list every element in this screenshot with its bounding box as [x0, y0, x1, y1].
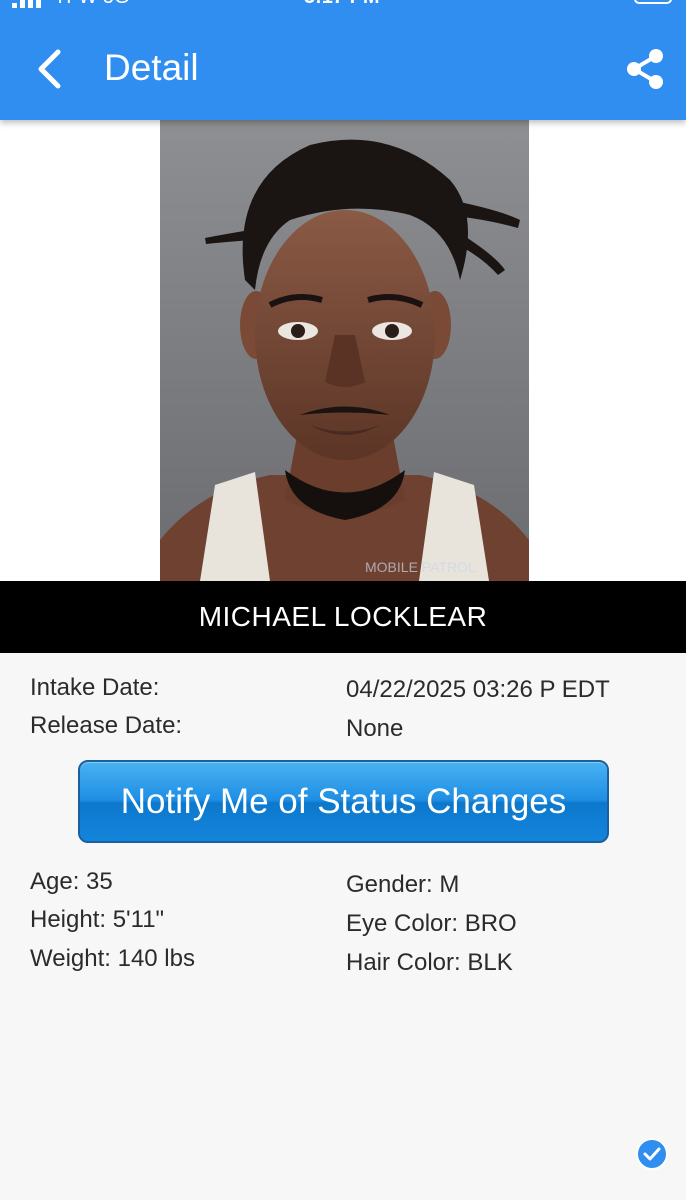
- page-title: Detail: [104, 47, 199, 88]
- gender-value: Gender: M: [346, 871, 460, 898]
- status-time: 3:17 PM: [304, 0, 380, 9]
- release-date-value: None: [346, 715, 404, 742]
- share-icon: [627, 49, 663, 89]
- photo-area: MOBILE PATROL: [0, 120, 686, 581]
- status-bar: TFW 5G 3:17 PM: [0, 0, 686, 10]
- back-button[interactable]: [26, 44, 76, 94]
- height-value: Height: 5'11": [30, 906, 165, 933]
- chevron-left-icon: [38, 49, 61, 89]
- checkmark-circle-icon: [636, 1138, 668, 1170]
- intake-date-value: 04/22/2025 03:26 P EDT: [346, 676, 610, 703]
- detail-panel: Intake Date: 04/22/2025 03:26 P EDT Rele…: [0, 653, 686, 1200]
- intake-date-label: Intake Date:: [30, 674, 160, 701]
- notify-status-button[interactable]: Notify Me of Status Changes: [78, 760, 609, 843]
- checkmark-badge[interactable]: [636, 1138, 668, 1170]
- mugshot-photo: MOBILE PATROL: [160, 120, 529, 581]
- eye-color-value: Eye Color: BRO: [346, 910, 517, 937]
- release-date-label: Release Date:: [30, 712, 183, 739]
- carrier-label: TFW 5G: [54, 0, 130, 9]
- share-button[interactable]: [618, 44, 672, 94]
- age-value: Age: 35: [30, 868, 113, 895]
- app-bar: TFW 5G 3:17 PM Detail: [0, 0, 686, 120]
- hair-color-value: Hair Color: BLK: [346, 949, 513, 976]
- cellular-signal-icon: [12, 0, 41, 8]
- weight-value: Weight: 140 lbs: [30, 945, 195, 972]
- inmate-name: MICHAEL LOCKLEAR: [0, 581, 686, 653]
- svg-text:MOBILE PATROL: MOBILE PATROL: [365, 559, 476, 575]
- battery-icon: [634, 0, 672, 4]
